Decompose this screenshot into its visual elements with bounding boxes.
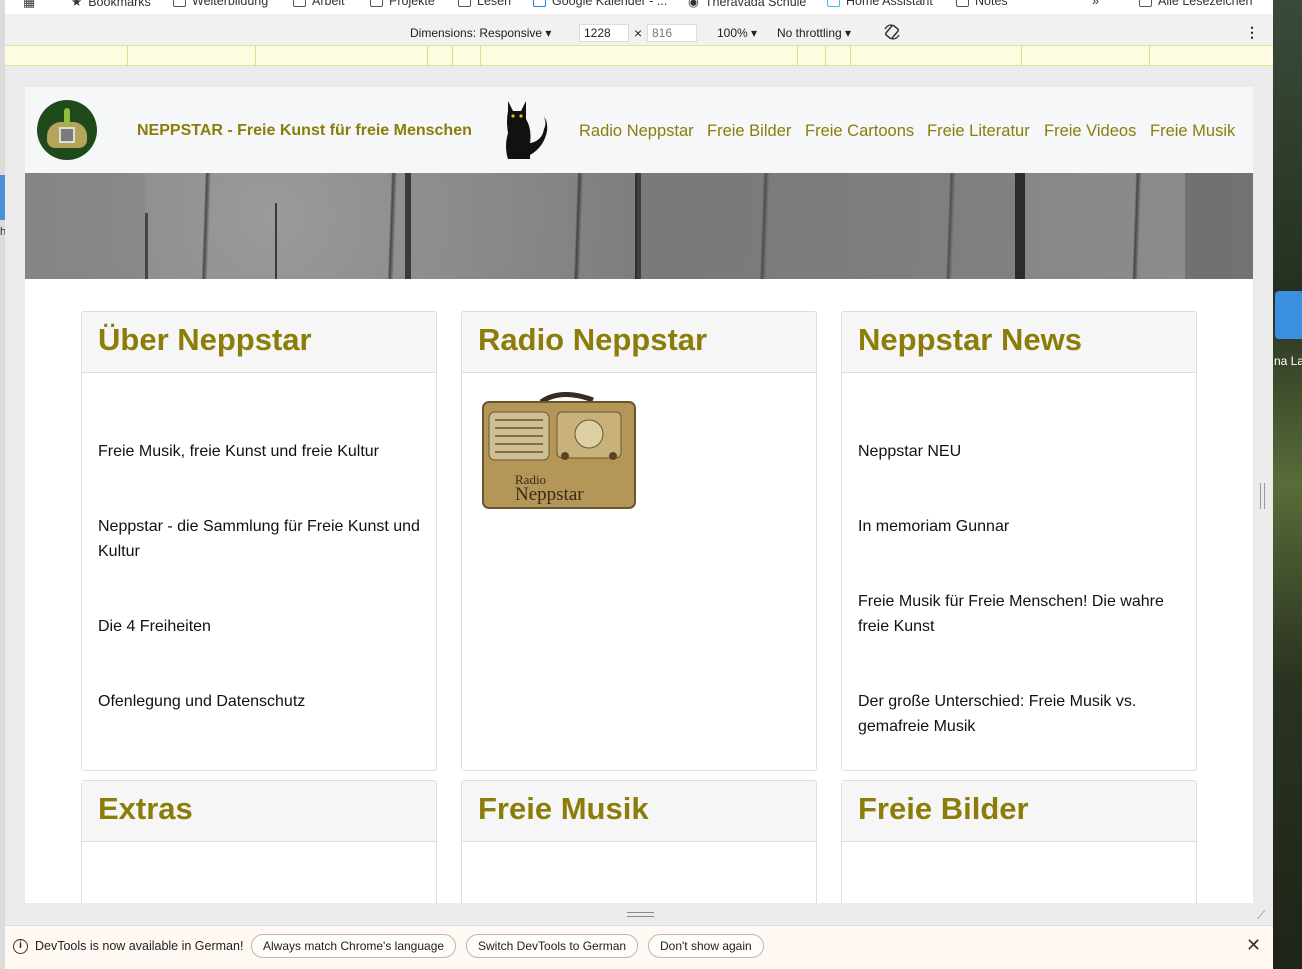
card-about: Über Neppstar Freie Musik, freie Kunst u… [81,311,437,771]
home-assistant-icon [827,0,840,7]
bookmark-folder[interactable]: Arbeit [293,0,345,8]
link-die-4-freiheiten[interactable]: Die 4 Freiheiten [98,614,423,639]
folder-icon [1139,0,1152,7]
nav-freie-bilder[interactable]: Freie Bilder [707,122,791,141]
devtools-language-infobar: i DevTools is now available in German! A… [5,925,1273,969]
neppstar-logo[interactable] [37,100,97,160]
card-freie-bilder: Freie Bilder [841,780,1197,903]
viewport-width-resize-handle[interactable] [1260,483,1265,509]
infobar-message: DevTools is now available in German! [35,939,244,953]
folder-icon [370,0,383,7]
viewport-corner-resize-icon[interactable]: ⟋ [1257,908,1265,923]
link-grosse-unterschied[interactable]: Der große Unterschied: Freie Musik vs. g… [858,689,1183,739]
device-toolbar-menu-button[interactable]: ⋮ [1245,24,1259,41]
card-news: Neppstar News Neppstar NEU In memoriam G… [841,311,1197,771]
bookmarks-bar: ▦ ★ Bookmarks Weiterbildung Arbeit Projek… [5,0,1273,14]
dimensions-dropdown[interactable]: Dimensions: Responsive ▾ [410,26,551,40]
nav-freie-cartoons[interactable]: Freie Cartoons [805,122,914,141]
bookmark-folder[interactable]: Weiterbildung [173,0,268,8]
bookmark-item[interactable]: Home Assistant [827,0,933,8]
desktop-folder-icon[interactable] [1275,291,1302,339]
close-icon[interactable]: ✕ [1246,935,1261,956]
link-offenlegung-datenschutz[interactable]: Ofenlegung und Datenschutz [98,689,423,714]
card-title: Neppstar News [858,322,1082,357]
dimension-separator: × [634,25,643,41]
folder-icon [458,0,471,7]
card-freie-musik: Freie Musik [461,780,817,903]
cat-icon [506,101,548,159]
site-title[interactable]: NEPPSTAR - Freie Kunst für freie Mensche… [137,122,472,140]
link-in-memoriam-gunnar[interactable]: In memoriam Gunnar [858,514,1183,539]
link-neppstar-neu[interactable]: Neppstar NEU [858,439,1183,464]
bookmarks-overflow-button[interactable]: » [1092,0,1099,8]
always-match-language-button[interactable]: Always match Chrome's language [251,934,457,958]
folder-icon [956,0,969,7]
bookmark-item[interactable]: ◉ Theravada Schule [688,0,806,9]
bookmark-folder[interactable]: Notes [956,0,1008,8]
apps-grid-icon[interactable]: ▦ [23,0,35,10]
switch-devtools-german-button[interactable]: Switch DevTools to German [466,934,639,958]
nav-freie-musik[interactable]: Freie Musik [1150,122,1235,141]
viewport-height-resize-handle[interactable] [627,912,654,917]
desktop-background [1273,0,1302,969]
link-neppstar-sammlung[interactable]: Neppstar - die Sammlung für Freie Kunst … [98,514,423,564]
nav-radio-neppstar[interactable]: Radio Neppstar [579,122,694,141]
card-title: Extras [98,791,193,826]
nav-freie-literatur[interactable]: Freie Literatur [927,122,1030,141]
wheel-icon: ◉ [688,0,699,9]
folder-icon [293,0,306,7]
dont-show-again-button[interactable]: Don't show again [648,934,764,958]
viewport-height-input[interactable] [647,24,697,42]
viewport-width-input[interactable] [579,24,629,42]
card-title: Radio Neppstar [478,322,708,357]
media-query-bar[interactable] [5,45,1273,66]
radio-image-label-big: Neppstar [515,484,584,505]
folder-icon [173,0,186,7]
calendar-icon [533,0,546,7]
bookmark-folder[interactable]: Lesen [458,0,511,8]
rotate-icon[interactable] [883,23,901,41]
all-bookmarks-folder[interactable]: Alle Lesezeichen [1139,0,1253,8]
card-extras: Extras [81,780,437,903]
link-freie-musik-kunst-kultur[interactable]: Freie Musik, freie Kunst und freie Kultu… [98,439,423,464]
link-freie-musik-fuer-freie-menschen[interactable]: Freie Musik für Freie Menschen! Die wahr… [858,589,1183,639]
device-toolbar: Dimensions: Responsive ▾ × 100% ▾ No thr… [5,14,1273,45]
bookmark-item[interactable]: Google Kalender - ... [533,0,667,8]
bookmark-item[interactable]: ★ Bookmarks [71,0,151,9]
card-title: Freie Bilder [858,791,1029,826]
bookmark-folder[interactable]: Projekte [370,0,435,8]
info-icon: i [13,939,28,954]
card-title: Freie Musik [478,791,649,826]
throttling-dropdown[interactable]: No throttling ▾ [777,26,851,40]
star-icon: ★ [71,0,83,9]
emulated-page: NEPPSTAR - Freie Kunst für freie Mensche… [25,87,1253,903]
nav-freie-videos[interactable]: Freie Videos [1044,122,1136,141]
stone-banner-image [25,173,1253,279]
radio-neppstar-image[interactable]: Radio Neppstar [481,392,638,510]
site-header: NEPPSTAR - Freie Kunst für freie Mensche… [25,87,1253,173]
card-radio: Radio Neppstar Radio Neppstar [461,311,817,771]
desktop-item-label: na La [1274,354,1302,368]
zoom-dropdown[interactable]: 100% ▾ [717,26,757,40]
viewport-resize-area: ⟋ [5,903,1273,925]
card-title: Über Neppstar [98,322,312,357]
